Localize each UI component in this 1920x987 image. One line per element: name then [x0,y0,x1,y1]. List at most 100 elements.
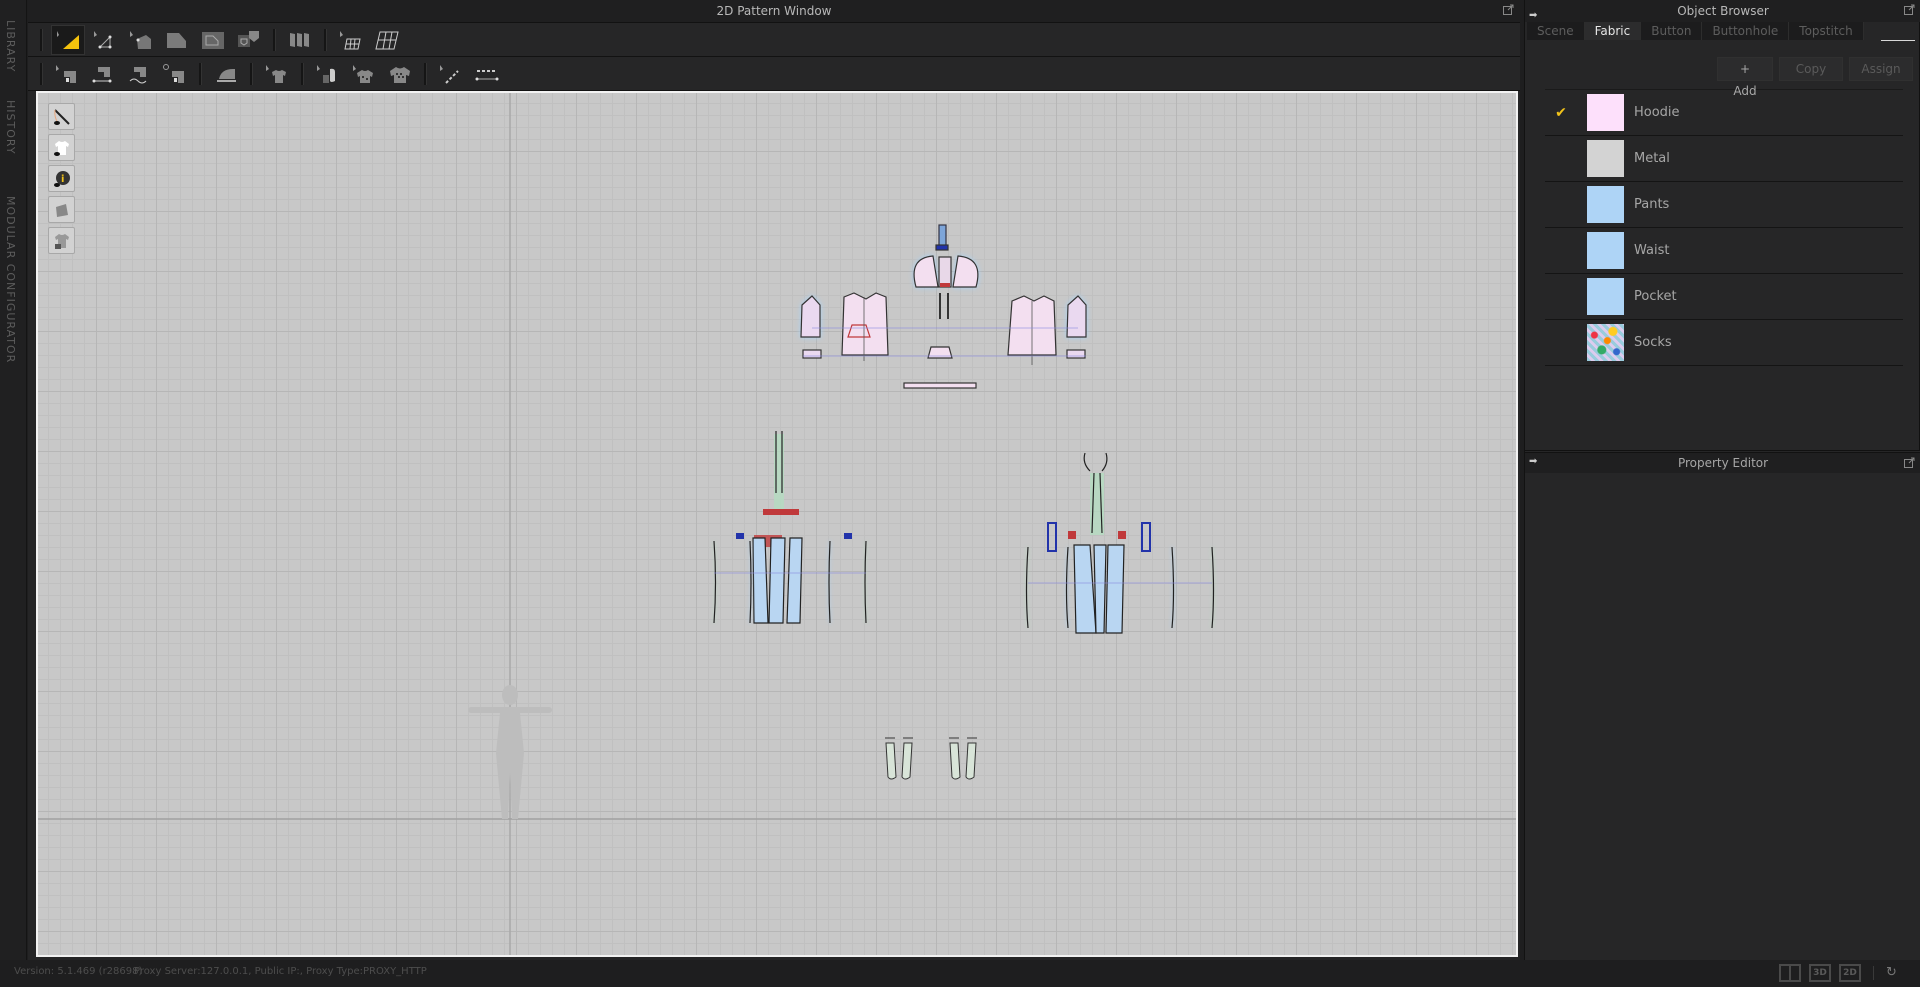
pattern-window: 2D Pattern Window i [28,0,1520,960]
fabric-name: Pocket [1634,289,1677,304]
3d-view-button[interactable]: 3D [1809,964,1831,982]
fabric-name: Pants [1634,197,1670,212]
view-mode-buttons: 3D 2D ↻ [1779,964,1900,982]
pattern-drawing [38,93,1516,955]
fabric-assign-button[interactable] [348,60,380,88]
show-pattern-toggle[interactable] [48,196,75,223]
lock-garment-toggle[interactable] [48,227,75,254]
popout-icon[interactable] [1904,457,1915,468]
steam-iron-button[interactable] [210,60,242,88]
refresh-icon[interactable]: ↻ [1886,966,1900,980]
property-editor-title: Property Editor [1677,456,1769,470]
toolbar-row-2 [28,57,1520,91]
transform-pattern-button[interactable] [125,26,157,54]
checkmark-icon: ✔ [1555,104,1567,121]
assign-fabric-button[interactable]: Assign [1849,57,1913,81]
right-panel: ➡ Object Browser Scene Fabric Button But… [1524,0,1920,960]
left-dock-tabs: LIBRARY HISTORY MODULAR CONFIGURATOR [0,0,27,960]
edit-curvature-point-button[interactable] [89,26,121,54]
fold-arrangement-button[interactable] [284,26,316,54]
fabric-swatch-texture [1587,324,1624,361]
collapse-arrow-icon[interactable]: ➡ [1529,456,1537,467]
transform-pattern-icon [130,30,151,49]
split-view-button[interactable] [1779,964,1801,982]
segment-sewing-icon [92,66,112,82]
polygon-button[interactable] [161,26,193,54]
show-sewing-toggle[interactable] [48,103,75,130]
free-sewing-button[interactable] [123,60,155,88]
version-text: Version: 5.1.469 (r28698) [14,966,143,977]
tab-history[interactable]: HISTORY [4,100,17,155]
fabric-pattern-icon [390,66,410,83]
show-sewing-icon [53,108,70,125]
2d-view-button[interactable]: 2D [1839,964,1861,982]
toolbar-row-1 [28,23,1520,57]
show-info-toggle[interactable]: i [48,165,75,192]
fabric-item-pocket[interactable]: Pocket [1545,274,1903,320]
fabric-swatch [1587,94,1624,131]
pants-front-patterns [713,431,867,624]
show-garment-toggle[interactable] [48,134,75,161]
fabric-actions: + Add Copy Assign [1525,41,1920,98]
popout-icon[interactable] [1904,4,1915,15]
polygon-icon [167,32,186,48]
tab-fabric[interactable]: Fabric [1584,22,1642,40]
tab-modular-configurator[interactable]: MODULAR CONFIGURATOR [4,196,17,363]
pants-back-patterns [1025,452,1215,634]
internal-polygon-button[interactable] [197,26,229,54]
object-browser-titlebar: ➡ Object Browser [1525,0,1920,22]
edit-pattern-button[interactable] [51,24,85,55]
edit-fabric-button[interactable] [312,60,344,88]
edit-sewing-button[interactable] [51,60,83,88]
object-browser-tabs: Scene Fabric Button Buttonhole Topstitch [1525,22,1915,41]
free-sewing-icon [129,66,147,83]
tab-topstitch[interactable]: Topstitch [1789,22,1864,40]
copy-fabric-button[interactable]: Copy [1779,57,1843,81]
tab-scene[interactable]: Scene [1527,22,1585,40]
pattern-canvas[interactable]: i [36,91,1518,957]
check-sewing-length-icon [163,63,184,83]
fabric-item-metal[interactable]: Metal [1545,136,1903,182]
steam-iron-icon [217,68,236,82]
tab-buttonhole[interactable]: Buttonhole [1702,22,1790,40]
segment-topstitch-button[interactable] [471,60,503,88]
trace-icon [238,30,259,47]
fabric-item-hoodie[interactable]: ✔ Hoodie [1545,90,1903,136]
fabric-item-waist[interactable]: Waist [1545,228,1903,274]
trace-button[interactable] [233,26,265,54]
fold-arrangement-icon [290,32,309,47]
edit-topstitch-icon [440,64,459,84]
edit-texture-button[interactable] [335,26,367,54]
select-garment-button[interactable] [261,60,293,88]
fabric-swatch [1587,278,1624,315]
transform-texture-button[interactable] [371,26,403,54]
edit-topstitch-button[interactable] [435,60,467,88]
show-pattern-icon [55,203,68,217]
lock-garment-icon [54,233,69,249]
transform-texture-icon [375,31,399,49]
status-bar: Version: 5.1.469 (r28698) Proxy Server:1… [0,960,1920,987]
pattern-window-titlebar: 2D Pattern Window [28,0,1520,23]
svg-text:i: i [61,174,64,185]
fabric-list: ✔ Hoodie Metal Pants Waist Pocket Socks [1545,89,1903,366]
hoodie-patterns [800,224,1087,389]
tab-library[interactable]: LIBRARY [4,20,17,72]
fabric-swatch [1587,232,1624,269]
popout-icon[interactable] [1503,4,1514,15]
fabric-pattern-button[interactable] [384,60,416,88]
show-garment-icon [53,140,69,156]
object-browser-title: Object Browser [1677,4,1769,18]
fabric-item-socks[interactable]: Socks [1545,320,1903,366]
tab-button[interactable]: Button [1641,22,1703,40]
canvas-side-toolbar: i [48,103,75,254]
edit-sewing-icon [56,64,76,83]
pattern-window-title: 2D Pattern Window [716,4,832,18]
edit-curvature-point-icon [94,30,112,48]
check-sewing-length-button[interactable] [159,60,191,88]
add-fabric-button[interactable]: + Add [1717,57,1773,98]
fabric-name: Waist [1634,243,1670,258]
segment-sewing-button[interactable] [87,60,119,88]
fabric-item-pants[interactable]: Pants [1545,182,1903,228]
segment-topstitch-icon [475,69,499,80]
select-garment-icon [266,64,286,83]
